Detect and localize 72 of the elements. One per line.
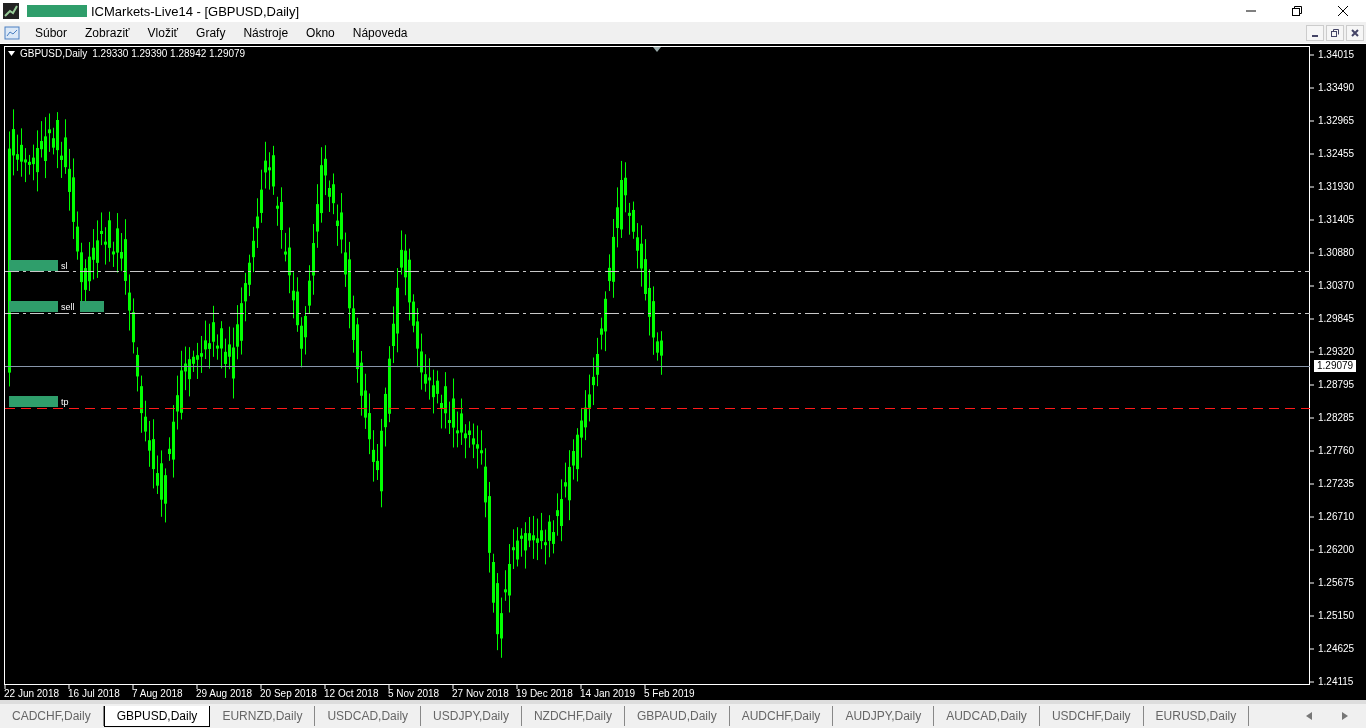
order-label: sell: [61, 302, 75, 312]
chart-tab[interactable]: CADCHF,Daily: [0, 706, 104, 726]
ohlc-values: 1.29330 1.29390 1.28942 1.29079: [92, 48, 246, 59]
chart-tab[interactable]: USDCHF,Daily: [1039, 706, 1144, 726]
date-axis-label: 5 Nov 2018: [388, 687, 440, 700]
chart-tab[interactable]: NZDCHF,Daily: [521, 706, 625, 726]
price-axis-label: 1.33490: [1318, 81, 1355, 95]
order-label: sl: [61, 261, 68, 271]
price-axis-label: 1.31405: [1318, 213, 1355, 227]
price-axis-label: 1.27760: [1318, 444, 1355, 458]
scroll-left-icon[interactable]: [1306, 712, 1312, 720]
date-axis-label: 19 Dec 2018: [516, 687, 573, 700]
close-icon[interactable]: [1338, 6, 1348, 16]
price-axis-label: 1.25675: [1318, 576, 1355, 590]
menu-item[interactable]: Grafy: [187, 25, 235, 40]
date-axis-label: 12 Oct 2018: [324, 687, 379, 700]
minimize-icon[interactable]: [1306, 24, 1324, 41]
chart-tab[interactable]: GBPUSD,Daily: [103, 705, 211, 727]
order-label-background: [9, 260, 58, 271]
price-axis-label: 1.26200: [1318, 543, 1355, 557]
triangle-marker-icon: [653, 47, 661, 52]
dropdown-arrow-icon[interactable]: [8, 51, 15, 56]
order-label-background: [79, 301, 104, 312]
chart-symbol: GBPUSD,Daily: [20, 48, 88, 59]
menu-item[interactable]: Súbor: [26, 25, 77, 40]
chart-window-icon[interactable]: [4, 24, 20, 41]
chart-tab[interactable]: AUDCHF,Daily: [729, 706, 834, 726]
price-axis-label: 1.30880: [1318, 246, 1355, 260]
date-axis-label: 20 Sep 2018: [260, 687, 317, 700]
price-axis-label: 1.31930: [1318, 180, 1355, 194]
chart-tab[interactable]: GBPAUD,Daily: [624, 706, 730, 726]
chart-tab[interactable]: AUDCAD,Daily: [934, 706, 1040, 726]
price-axis-label: 1.28795: [1318, 378, 1355, 392]
restore-icon[interactable]: [1292, 6, 1302, 16]
redacted-block: [27, 5, 87, 17]
scroll-right-icon[interactable]: [1342, 712, 1348, 720]
date-axis-label: 14 Jan 2019: [580, 687, 636, 700]
order-label: tp: [61, 397, 69, 407]
price-axis-label: 1.26710: [1318, 510, 1355, 524]
price-axis-label: 1.32455: [1318, 147, 1355, 161]
date-axis-label: 7 Aug 2018: [132, 687, 183, 700]
order-label-background: [9, 301, 58, 312]
chart-tab[interactable]: AUDJPY,Daily: [833, 706, 935, 726]
price-axis-label: 1.28285: [1318, 411, 1355, 425]
chart-tab[interactable]: EURUSD,Daily: [1143, 706, 1250, 726]
date-axis-label: 5 Feb 2019: [644, 687, 695, 700]
price-axis-label: 1.27235: [1318, 477, 1355, 491]
date-axis-label: 29 Aug 2018: [196, 687, 253, 700]
app-logo-icon: [3, 3, 19, 19]
chart-tab[interactable]: USDJPY,Daily: [421, 706, 522, 726]
price-axis-label: 1.34015: [1318, 48, 1355, 62]
menu-item[interactable]: Nápoveda: [343, 25, 417, 40]
price-axis-label: 1.29845: [1318, 312, 1355, 326]
price-axis-label: 1.25150: [1318, 609, 1355, 623]
chart-tab[interactable]: EURNZD,Daily: [210, 706, 316, 726]
menu-item[interactable]: Zobraziť: [76, 25, 139, 40]
current-price-label: 1.29079: [1314, 360, 1357, 372]
price-axis-label: 1.32965: [1318, 114, 1355, 128]
price-axis-label: 1.29320: [1318, 345, 1355, 359]
chart-tab[interactable]: USDCAD,Daily: [315, 706, 422, 726]
menu-item[interactable]: Nástroje: [234, 25, 298, 40]
price-axis-label: 1.30370: [1318, 279, 1355, 293]
order-label-background: [9, 396, 58, 407]
date-axis-label: 16 Jul 2018: [68, 687, 120, 700]
menu-item[interactable]: Vložiť: [138, 25, 188, 40]
date-axis-label: 27 Nov 2018: [452, 687, 509, 700]
date-axis-label: 22 Jun 2018: [4, 687, 60, 700]
menu-item[interactable]: Okno: [297, 25, 344, 40]
window-title: ICMarkets-Live14 - [GBPUSD,Daily]: [91, 3, 300, 19]
price-axis-label: 1.24115: [1318, 675, 1354, 689]
restore-icon[interactable]: [1326, 24, 1344, 41]
price-axis-label: 1.24625: [1318, 642, 1355, 656]
